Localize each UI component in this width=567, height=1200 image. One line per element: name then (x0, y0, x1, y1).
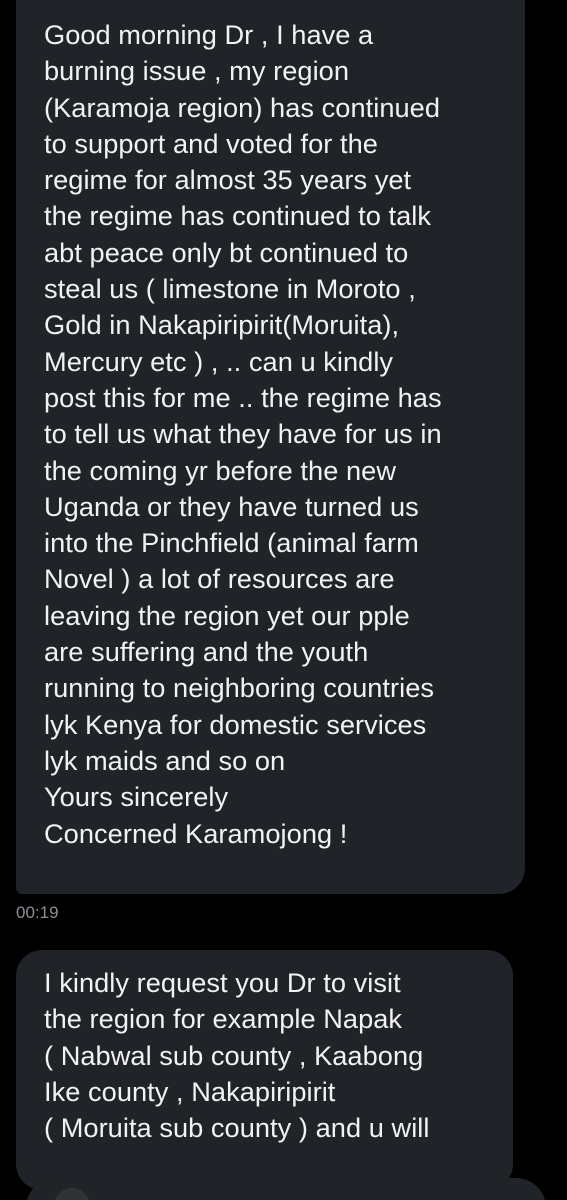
message-composer[interactable] (26, 1178, 546, 1200)
message-thread: Good morning Dr , I have a burning issue… (0, 0, 567, 1200)
message-timestamp: 00:19 (16, 903, 59, 922)
message-text: I kindly request you Dr to visit the reg… (44, 967, 430, 1144)
message-text: Good morning Dr , I have a burning issue… (44, 19, 442, 849)
attachment-icon[interactable] (54, 1188, 90, 1200)
